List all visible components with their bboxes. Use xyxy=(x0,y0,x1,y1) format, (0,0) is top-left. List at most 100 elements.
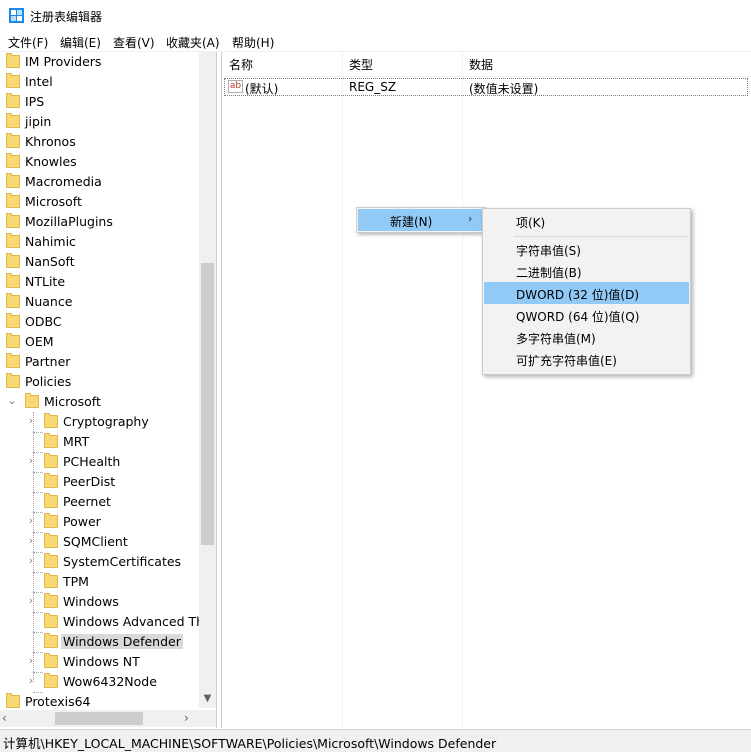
column-header-data[interactable]: 数据 xyxy=(469,56,493,76)
submenu-item-label: QWORD (64 位)值(Q) xyxy=(516,310,640,324)
expand-arrow-icon[interactable]: › xyxy=(26,534,36,547)
folder-icon xyxy=(6,313,20,328)
tree-item[interactable]: › PCHealth xyxy=(0,452,198,472)
expand-arrow-icon[interactable]: › xyxy=(26,554,36,567)
collapse-arrow-icon[interactable]: ⌄ xyxy=(7,394,17,407)
tree-item[interactable]: MRT xyxy=(0,432,198,452)
title-bar[interactable] xyxy=(0,0,751,31)
values-list[interactable] xyxy=(221,52,751,728)
submenu-item[interactable]: 字符串值(S) xyxy=(484,238,689,260)
column-separator[interactable] xyxy=(342,52,343,728)
tree-item[interactable]: Knowles xyxy=(0,152,198,172)
folder-icon xyxy=(44,473,58,488)
tree-item[interactable]: › Cryptography xyxy=(0,412,198,432)
tree-item[interactable]: Nuance xyxy=(0,292,198,312)
tree-item[interactable]: ⌄ Microsoft xyxy=(0,392,198,412)
tree-item[interactable]: ODBC xyxy=(0,312,198,332)
folder-icon xyxy=(6,373,20,388)
tree-item-label: Cryptography xyxy=(63,414,149,429)
folder-icon xyxy=(44,433,58,448)
folder-icon xyxy=(6,173,20,188)
expand-arrow-icon[interactable]: › xyxy=(26,654,36,667)
tree-guide-line xyxy=(33,612,43,613)
menu-help[interactable]: 帮助(H) xyxy=(232,34,274,51)
folder-icon xyxy=(6,693,20,708)
menu-favorites[interactable]: 收藏夹(A) xyxy=(166,34,220,51)
folder-icon xyxy=(44,553,58,568)
tree-item[interactable]: NanSoft xyxy=(0,252,198,272)
tree-item-label: SQMClient xyxy=(63,534,128,549)
menu-view[interactable]: 查看(V) xyxy=(113,34,155,51)
tree-item[interactable]: Partner xyxy=(0,352,198,372)
folder-icon xyxy=(6,273,20,288)
scroll-right-arrow-icon[interactable]: › xyxy=(184,711,198,726)
tree-item-label: Windows Advanced Thr xyxy=(63,614,210,629)
submenu-item-label: 可扩充字符串值(E) xyxy=(516,354,617,368)
menu-file[interactable]: 文件(F) xyxy=(8,34,48,51)
expand-arrow-icon[interactable]: › xyxy=(26,514,36,527)
tree-item-label: ODBC xyxy=(25,314,62,329)
tree-item-label: NanSoft xyxy=(25,254,75,269)
tree-item-label: IPS xyxy=(25,94,45,109)
folder-icon xyxy=(44,613,58,628)
column-separator[interactable] xyxy=(462,52,463,728)
tree-vertical-scroll-thumb[interactable] xyxy=(201,263,214,545)
menu-edit[interactable]: 编辑(E) xyxy=(60,34,101,51)
tree-item-label: Knowles xyxy=(25,154,77,169)
tree-item[interactable]: IPS xyxy=(0,92,198,112)
expand-arrow-icon[interactable]: › xyxy=(26,674,36,687)
submenu-item[interactable]: 可扩充字符串值(E) xyxy=(484,348,689,370)
tree-item-label: MRT xyxy=(63,434,90,449)
submenu-item[interactable]: 二进制值(B) xyxy=(484,260,689,282)
tree-item[interactable]: Microsoft xyxy=(0,192,198,212)
tree-item[interactable]: jipin xyxy=(0,112,198,132)
scroll-left-arrow-icon[interactable]: ‹ xyxy=(2,711,16,726)
tree-item-label: jipin xyxy=(25,114,52,129)
submenu-item[interactable]: 项(K) xyxy=(484,210,689,232)
tree-item[interactable]: › SystemCertificates xyxy=(0,552,198,572)
value-type: REG_SZ xyxy=(349,80,397,94)
tree-item[interactable]: › Wow6432Node xyxy=(0,672,198,692)
tree-item[interactable]: Intel xyxy=(0,72,198,92)
tree-item[interactable]: MozillaPlugins xyxy=(0,212,198,232)
tree-item-label: Microsoft xyxy=(44,394,101,409)
expand-arrow-icon[interactable]: › xyxy=(26,414,36,427)
folder-icon xyxy=(44,453,58,468)
tree-guide-line xyxy=(33,652,43,653)
tree-item[interactable]: › SQMClient xyxy=(0,532,198,552)
tree-item[interactable]: Protexis64 xyxy=(0,692,198,712)
tree-horizontal-scroll-thumb[interactable] xyxy=(55,712,143,725)
tree-item[interactable]: OEM xyxy=(0,332,198,352)
tree-item[interactable]: Peernet xyxy=(0,492,198,512)
tree-item[interactable]: Khronos xyxy=(0,132,198,152)
tree-item-label: Intel xyxy=(25,74,53,89)
tree-item[interactable]: › Windows NT xyxy=(0,652,198,672)
submenu-item[interactable]: QWORD (64 位)值(Q) xyxy=(484,304,689,326)
tree-item-label: NTLite xyxy=(25,274,66,289)
tree-item[interactable]: Windows Defender xyxy=(0,632,198,652)
tree-item[interactable]: NTLite xyxy=(0,272,198,292)
column-header-type[interactable]: 类型 xyxy=(349,56,373,76)
expand-arrow-icon[interactable]: › xyxy=(26,594,36,607)
tree-guide-line xyxy=(33,512,43,513)
tree-item-label: Windows Defender xyxy=(61,634,183,649)
submenu-item[interactable]: DWORD (32 位)值(D) xyxy=(484,282,689,304)
folder-icon xyxy=(6,233,20,248)
tree-item[interactable]: Nahimic xyxy=(0,232,198,252)
submenu-item[interactable]: 多字符串值(M) xyxy=(484,326,689,348)
tree-item[interactable]: Windows Advanced Thr xyxy=(0,612,209,632)
tree-item[interactable]: TPM xyxy=(0,572,198,592)
tree-item[interactable]: › Power xyxy=(0,512,198,532)
tree-item[interactable]: IM Providers xyxy=(0,52,198,72)
tree-item-label: Power xyxy=(63,514,101,529)
scroll-down-arrow-icon[interactable]: ▼ xyxy=(199,693,216,708)
tree-item-label: Microsoft xyxy=(25,194,82,209)
column-header-name[interactable]: 名称 xyxy=(229,56,253,76)
tree-item[interactable]: PeerDist xyxy=(0,472,198,492)
expand-arrow-icon[interactable]: › xyxy=(26,454,36,467)
folder-icon xyxy=(44,653,58,668)
tree-item[interactable]: › Windows xyxy=(0,592,198,612)
folder-icon xyxy=(44,673,58,688)
tree-item[interactable]: Policies xyxy=(0,372,198,392)
tree-item[interactable]: Macromedia xyxy=(0,172,198,192)
